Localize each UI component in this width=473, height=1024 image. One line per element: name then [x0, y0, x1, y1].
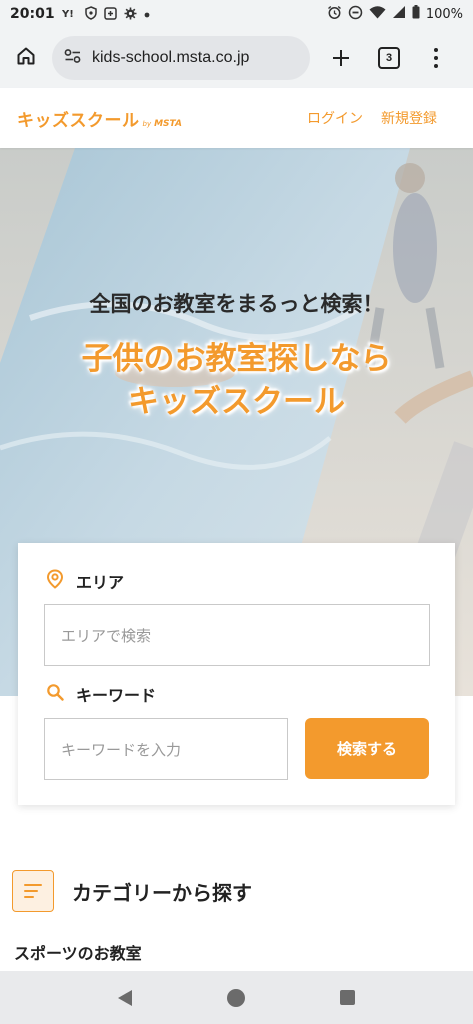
keyword-label: キーワード [46, 682, 156, 706]
menu-dot [434, 64, 438, 68]
keyword-input[interactable]: キーワードを入力 [44, 718, 288, 780]
site-header: キッズスクール by MSTA ログイン 新規登録 [0, 88, 473, 148]
tab-switcher-button[interactable]: 3 [378, 47, 400, 69]
category-title: カテゴリーから探す [72, 880, 252, 905]
keyword-label-text: キーワード [76, 686, 157, 705]
alarm-icon [327, 5, 342, 24]
plus-icon [331, 41, 351, 76]
shield-icon [84, 6, 97, 22]
wifi-icon [369, 5, 386, 23]
svg-text:Y!: Y! [62, 9, 74, 19]
register-link[interactable]: 新規登録 [381, 108, 437, 128]
sports-section-title: スポーツのお教室 [14, 944, 142, 963]
signal-icon [392, 5, 406, 23]
hero-catchcopy-line2: キッズスクール [128, 383, 345, 420]
hero-catchcopy-line1: 子供のお教室探しなら [81, 341, 392, 377]
url-text[interactable]: kids-school.msta.co.jp [92, 49, 249, 67]
browser-menu-button[interactable] [430, 43, 442, 73]
search-icon [46, 683, 64, 705]
yahoo-icon: Y! [61, 7, 78, 21]
logo-brand-text: MSTA [154, 118, 182, 129]
home-nav-icon[interactable] [226, 988, 245, 1007]
browser-home-button[interactable] [0, 28, 52, 88]
map-pin-icon [46, 569, 64, 593]
dnd-icon [348, 5, 363, 24]
home-icon [16, 46, 36, 70]
search-button[interactable]: 検索する [305, 718, 429, 779]
site-logo[interactable]: キッズスクール by MSTA [17, 106, 182, 131]
new-tab-button[interactable] [326, 38, 356, 78]
battery-icon [412, 5, 420, 23]
back-icon[interactable] [117, 989, 132, 1006]
category-heading: カテゴリーから探す [12, 870, 252, 912]
area-placeholder: エリアで検索 [61, 626, 152, 645]
area-label-text: エリア [76, 573, 125, 592]
status-bar: 20:01 Y! 100% [0, 0, 473, 28]
login-link[interactable]: ログイン [307, 108, 363, 128]
battery-percent: 100% [425, 6, 463, 22]
area-label: エリア [46, 569, 124, 593]
gear-icon [124, 7, 137, 22]
list-icon [12, 870, 54, 912]
area-search-input[interactable]: エリアで検索 [44, 604, 430, 666]
status-time: 20:01 [10, 6, 55, 22]
media-icon [103, 6, 117, 22]
keyword-placeholder: キーワードを入力 [61, 740, 182, 759]
menu-dot [434, 48, 438, 52]
logo-by-text: by [142, 119, 152, 128]
tab-count: 3 [385, 52, 393, 64]
recents-icon[interactable] [340, 990, 356, 1005]
logo-main-text: キッズスクール [17, 110, 140, 131]
dot-icon [144, 9, 150, 20]
site-settings-icon[interactable] [64, 48, 82, 68]
search-card: エリア エリアで検索 キーワード キーワードを入力 検索する [18, 543, 455, 805]
browser-toolbar: kids-school.msta.co.jp 3 [0, 28, 473, 88]
menu-dot [434, 56, 438, 60]
address-bar[interactable]: kids-school.msta.co.jp [52, 36, 310, 80]
system-nav-bar [0, 971, 473, 1024]
hero-title: 全国のお教室をまるっと検索！ [89, 292, 384, 316]
hero-catchcopy: 子供のお教室探しなら キッズスクール [0, 338, 473, 424]
